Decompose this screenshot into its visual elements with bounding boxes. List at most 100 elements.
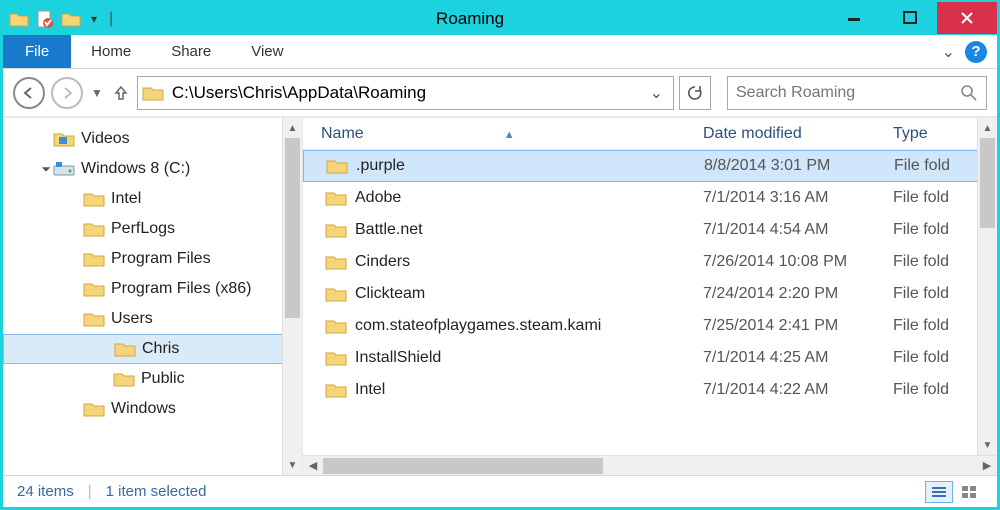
address-bar[interactable]: ⌄ [137,76,674,110]
qat-dropdown-icon[interactable]: ▾ [87,12,101,26]
up-button[interactable] [111,83,131,103]
expander-icon[interactable]: ⏷ [41,162,51,176]
tree-scrollbar[interactable]: ▲ ▼ [282,118,302,475]
tree-item-label: Chris [142,340,179,358]
nav-tree[interactable]: Videos ⏷Windows 8 (C:) Intel PerfLogs Progra… [3,118,303,475]
status-bar: 24 items | 1 item selected [3,475,997,507]
col-date[interactable]: Date modified [703,125,893,143]
nav-row: ▼ ⌄ [3,69,997,117]
close-button[interactable] [937,2,997,34]
file-row[interactable]: Clickteam7/24/2014 2:20 PMFile fold [303,278,997,310]
file-name: Clickteam [355,285,425,303]
qat-properties-icon[interactable] [35,9,55,29]
folder-icon [326,157,348,175]
address-input[interactable] [170,81,644,105]
file-date: 7/1/2014 4:54 AM [703,221,893,239]
sort-indicator-icon: ▲ [504,129,515,141]
folder-icon [83,250,105,268]
file-name: Cinders [355,253,410,271]
folder-icon [83,280,105,298]
search-icon[interactable] [960,84,978,102]
folder-icon [325,189,347,207]
forward-button[interactable] [51,77,83,109]
column-headers[interactable]: Name▲ Date modified Type [303,118,997,150]
folder-icon [325,381,347,399]
file-date: 7/25/2014 2:41 PM [703,317,893,335]
address-dropdown-icon[interactable]: ⌄ [644,83,669,103]
folder-icon [325,285,347,303]
title-bar: ▾ | Roaming [3,3,997,35]
folder-icon [114,340,136,358]
tab-share[interactable]: Share [151,35,231,68]
status-count: 24 items [17,483,74,500]
qat-folder-icon[interactable] [9,10,29,28]
tree-item-label: Public [141,370,185,388]
file-name: Battle.net [355,221,423,239]
qat-newfolder-icon[interactable] [61,10,81,28]
tab-home[interactable]: Home [71,35,151,68]
tree-item-label: PerfLogs [111,220,175,238]
window-title: Roaming [113,9,827,29]
file-pane: Name▲ Date modified Type .purple8/8/2014… [303,118,997,475]
search-box[interactable] [727,76,987,110]
file-name: .purple [356,157,405,175]
minimize-button[interactable] [827,2,882,34]
tab-view[interactable]: View [231,35,303,68]
tree-item-label: Intel [111,190,141,208]
maximize-button[interactable] [882,2,937,34]
file-name: Adobe [355,189,401,207]
back-button[interactable] [13,77,45,109]
col-name[interactable]: Name [321,125,364,142]
file-scrollbar[interactable]: ▲ ▼ [977,118,997,455]
tree-item[interactable]: Windows [3,394,302,424]
tree-item[interactable]: Program Files (x86) [3,274,302,304]
folder-icon [325,253,347,271]
videos-icon [53,130,75,148]
tree-item-label: Windows [111,400,176,418]
recent-locations-icon[interactable]: ▼ [91,86,103,100]
file-date: 7/1/2014 4:22 AM [703,381,893,399]
folder-icon [83,400,105,418]
help-button[interactable]: ? [965,41,987,63]
file-tab[interactable]: File [3,35,71,68]
tree-item[interactable]: ⏷Windows 8 (C:) [3,154,302,184]
folder-icon [113,370,135,388]
file-row[interactable]: Adobe7/1/2014 3:16 AMFile fold [303,182,997,214]
ribbon-expand-icon[interactable]: ⌄ [942,42,955,62]
folder-icon [325,349,347,367]
address-folder-icon [142,84,164,102]
tree-item-label: Videos [81,130,130,148]
refresh-button[interactable] [679,76,711,110]
file-date: 7/1/2014 3:16 AM [703,189,893,207]
file-date: 8/8/2014 3:01 PM [704,157,894,175]
view-details-button[interactable] [925,481,953,503]
tree-item-label: Users [111,310,153,328]
tree-item[interactable]: Program Files [3,244,302,274]
file-date: 7/1/2014 4:25 AM [703,349,893,367]
file-row[interactable]: .purple8/8/2014 3:01 PMFile fold [303,150,997,182]
view-icons-button[interactable] [955,481,983,503]
file-row[interactable]: Intel7/1/2014 4:22 AMFile fold [303,374,997,406]
tree-item[interactable]: Chris [3,334,302,364]
drive-icon [53,160,75,178]
file-row[interactable]: com.stateofplaygames.steam.kami7/25/2014… [303,310,997,342]
tree-item[interactable]: Intel [3,184,302,214]
file-row[interactable]: InstallShield7/1/2014 4:25 AMFile fold [303,342,997,374]
folder-icon [83,190,105,208]
tree-item[interactable]: Videos [3,124,302,154]
horizontal-scrollbar[interactable]: ◀ ▶ [303,455,997,475]
folder-icon [83,220,105,238]
status-selection: 1 item selected [106,483,207,500]
file-date: 7/26/2014 10:08 PM [703,253,893,271]
file-row[interactable]: Battle.net7/1/2014 4:54 AMFile fold [303,214,997,246]
file-row[interactable]: Cinders7/26/2014 10:08 PMFile fold [303,246,997,278]
folder-icon [325,317,347,335]
tree-item[interactable]: PerfLogs [3,214,302,244]
folder-icon [83,310,105,328]
tree-item-label: Program Files (x86) [111,280,251,298]
search-input[interactable] [736,84,960,102]
file-name: InstallShield [355,349,441,367]
tree-item[interactable]: Users [3,304,302,334]
file-name: Intel [355,381,385,399]
tree-item[interactable]: Public [3,364,302,394]
